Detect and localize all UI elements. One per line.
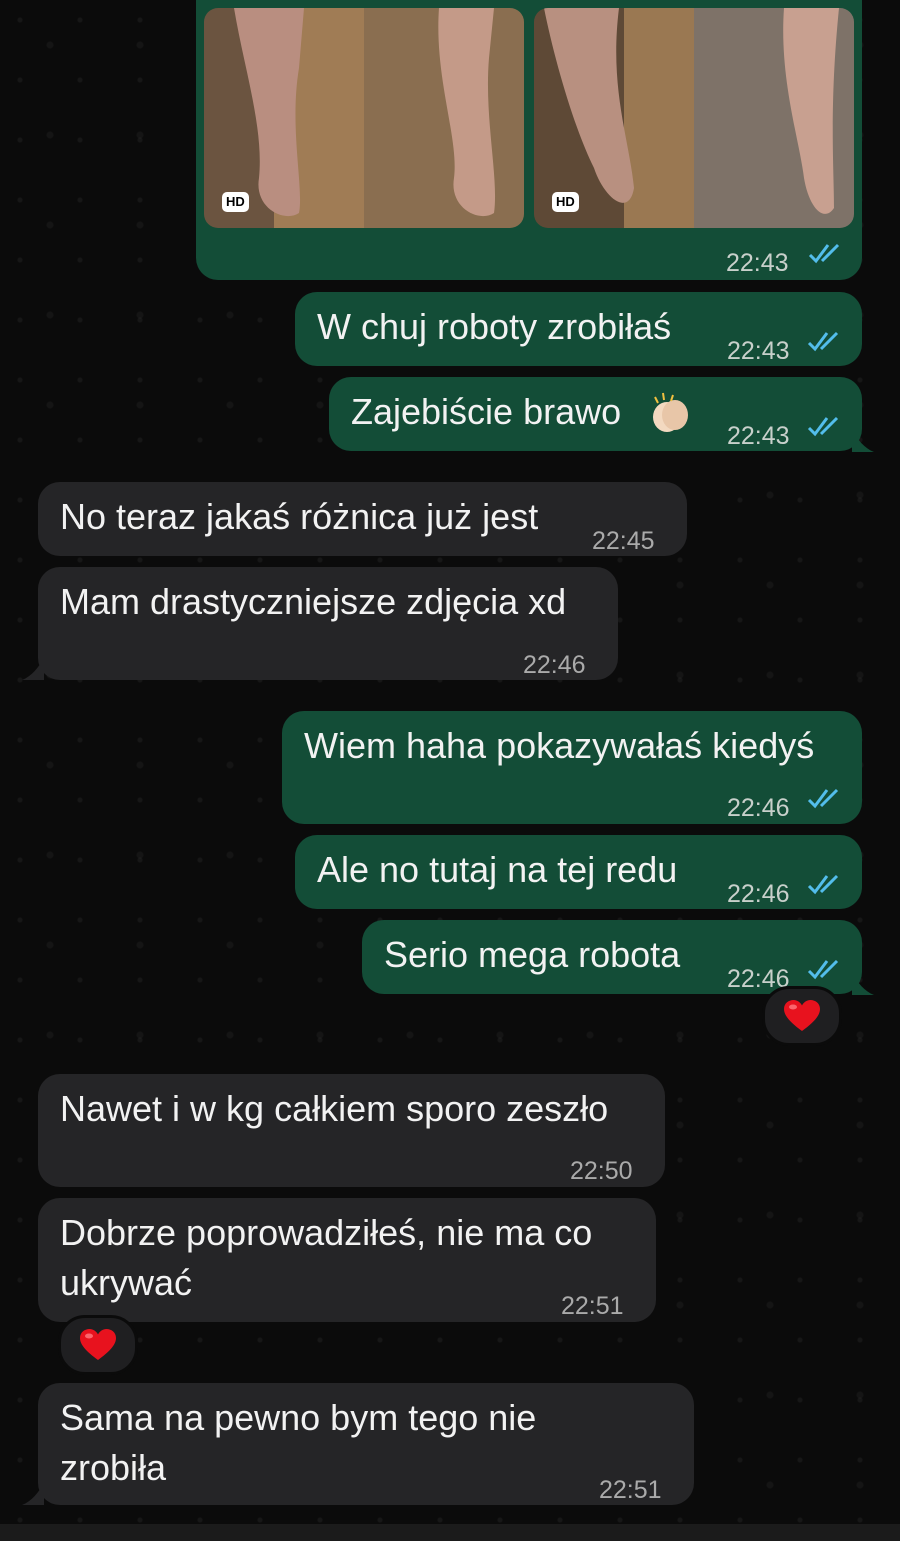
- incoming-message[interactable]: Dobrze poprowadziłeś, nie ma co ukrywać …: [38, 1198, 656, 1322]
- message-text: Ale no tutaj na tej redu: [317, 849, 678, 890]
- outgoing-message[interactable]: W chuj roboty zrobiłaś 22:43: [295, 292, 862, 366]
- message-text-line: ukrywać: [60, 1262, 193, 1303]
- bubble-tail: [22, 658, 44, 680]
- message-time: 22:46: [727, 880, 790, 908]
- message-text-line: Sama na pewno bym tego nie: [60, 1397, 537, 1438]
- message-time: 22:43: [727, 422, 790, 450]
- clapping-hands-icon: [653, 392, 688, 432]
- message-time: 22:51: [561, 1292, 624, 1320]
- outgoing-message[interactable]: Zajebiście brawo 22:43: [329, 377, 862, 451]
- leg-video-thumbnail[interactable]: HD: [534, 8, 854, 228]
- read-ticks-icon: [808, 243, 840, 264]
- bubble-tail: [22, 1483, 44, 1505]
- red-heart-icon: [80, 1329, 116, 1360]
- message-time: 22:46: [727, 794, 790, 822]
- message-text: Nawet i w kg całkiem sporo zeszło: [60, 1088, 609, 1129]
- red-heart-icon: [784, 1000, 820, 1031]
- read-ticks-icon: [807, 416, 839, 437]
- outgoing-message[interactable]: Ale no tutaj na tej redu 22:46: [295, 835, 862, 909]
- outgoing-message[interactable]: Wiem haha pokazywałaś kiedyś 22:46: [282, 711, 862, 824]
- read-ticks-icon: [807, 959, 839, 980]
- message-text: Mam drastyczniejsze zdjęcia xd: [60, 581, 567, 622]
- message-time: 22:51: [599, 1476, 662, 1504]
- message-text: Zajebiście brawo: [351, 391, 622, 432]
- incoming-message[interactable]: Sama na pewno bym tego nie zrobiła 22:51: [38, 1383, 694, 1505]
- message-text: No teraz jakaś różnica już jest: [60, 496, 539, 537]
- message-time: 22:46: [523, 651, 586, 679]
- incoming-message[interactable]: Nawet i w kg całkiem sporo zeszło 22:50: [38, 1074, 665, 1187]
- message-text: W chuj roboty zrobiłaś: [317, 306, 672, 347]
- bubble-tail: [852, 430, 874, 452]
- read-ticks-icon: [807, 874, 839, 895]
- message-time: 22:43: [727, 337, 790, 365]
- message-text-line: Dobrze poprowadziłeś, nie ma co: [60, 1212, 593, 1253]
- incoming-message[interactable]: No teraz jakaś różnica już jest 22:45: [38, 482, 687, 556]
- hd-badge: HD: [222, 192, 249, 212]
- message-text: Serio mega robota: [384, 934, 681, 975]
- media-message[interactable]: HD HD 22:43: [196, 0, 862, 280]
- message-time: 22:43: [726, 249, 789, 277]
- message-text-line: zrobiła: [60, 1447, 167, 1488]
- hd-badge: HD: [552, 192, 579, 212]
- message-time: 22:45: [592, 527, 655, 555]
- message-text: Wiem haha pokazywałaś kiedyś: [304, 725, 815, 766]
- leg-photo-image: [204, 8, 524, 228]
- read-ticks-icon: [807, 331, 839, 352]
- leg-video-thumbnail[interactable]: HD: [204, 8, 524, 228]
- reaction-badge[interactable]: [58, 1315, 138, 1375]
- incoming-message[interactable]: Mam drastyczniejsze zdjęcia xd 22:46: [38, 567, 618, 680]
- read-ticks-icon: [807, 788, 839, 809]
- outgoing-message[interactable]: Serio mega robota 22:46: [362, 920, 862, 994]
- reaction-badge[interactable]: [762, 986, 842, 1046]
- bubble-tail: [852, 973, 874, 995]
- bottom-bar: [0, 1524, 900, 1541]
- leg-photo-image: [534, 8, 854, 228]
- message-time: 22:50: [570, 1157, 633, 1185]
